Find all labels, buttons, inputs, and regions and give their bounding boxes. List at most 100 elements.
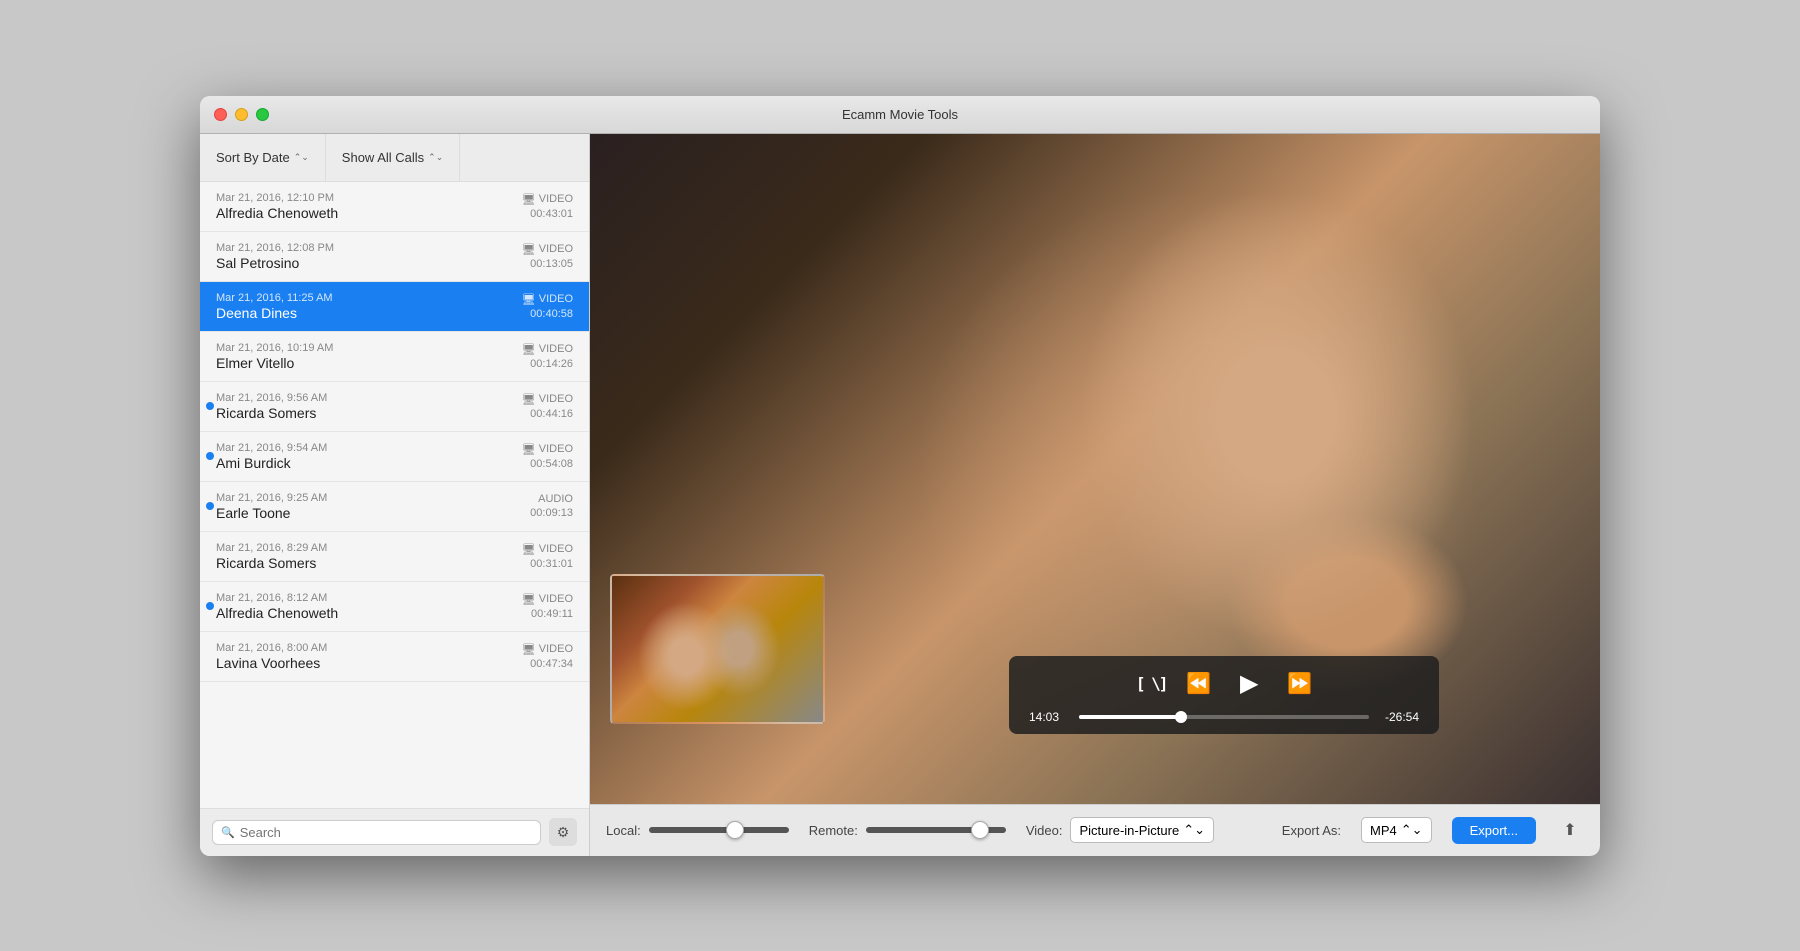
call-type: 🖥 VIDEO [522, 243, 573, 256]
progress-thumb[interactable] [1175, 711, 1187, 723]
call-date: Mar 21, 2016, 9:56 AM [216, 392, 522, 404]
call-item[interactable]: Mar 21, 2016, 11:25 AM Deena Dines 🖥 VID… [200, 282, 589, 332]
call-item[interactable]: Mar 21, 2016, 12:08 PM Sal Petrosino 🖥 V… [200, 232, 589, 282]
call-date: Mar 21, 2016, 9:25 AM [216, 492, 530, 504]
call-name: Alfredia Chenoweth [216, 605, 522, 621]
window-title: Ecamm Movie Tools [842, 107, 958, 122]
call-item[interactable]: Mar 21, 2016, 8:29 AM Ricarda Somers 🖥 V… [200, 532, 589, 582]
progress-bar-area: 14:03 -26:54 [1029, 710, 1419, 724]
remote-label: Remote: [809, 823, 858, 838]
video-call-icon: 🖥 [522, 293, 536, 306]
call-info: Mar 21, 2016, 12:10 PM Alfredia Chenowet… [216, 192, 522, 221]
search-input-wrapper[interactable]: 🔍 [212, 820, 541, 845]
call-date: Mar 21, 2016, 10:19 AM [216, 342, 522, 354]
in-point-button[interactable]: [ \] [1136, 674, 1167, 693]
local-slider-thumb[interactable] [726, 821, 744, 839]
unread-dot [206, 602, 214, 610]
video-mode-value: Picture-in-Picture [1079, 823, 1179, 838]
search-icon: 🔍 [221, 826, 235, 839]
play-button[interactable]: ▶ [1231, 666, 1267, 702]
call-info: Mar 21, 2016, 8:29 AM Ricarda Somers [216, 542, 522, 571]
rewind-button[interactable]: ⏪ [1186, 671, 1211, 696]
minimize-button[interactable] [235, 108, 248, 121]
local-label: Local: [606, 823, 641, 838]
call-info: Mar 21, 2016, 8:12 AM Alfredia Chenoweth [216, 592, 522, 621]
video-call-icon: 🖥 [522, 593, 536, 606]
call-date: Mar 21, 2016, 8:29 AM [216, 542, 522, 554]
call-info: Mar 21, 2016, 8:00 AM Lavina Voorhees [216, 642, 522, 671]
remote-slider-track[interactable] [866, 827, 1006, 833]
remote-volume-control: Remote: [809, 823, 1006, 838]
call-name: Ami Burdick [216, 455, 522, 471]
call-name: Lavina Voorhees [216, 655, 522, 671]
call-item[interactable]: Mar 21, 2016, 8:00 AM Lavina Voorhees 🖥 … [200, 632, 589, 682]
call-type: 🖥 VIDEO [522, 393, 573, 406]
call-meta: 🖥 VIDEO 00:49:11 [522, 593, 573, 620]
share-button[interactable]: ⬆ [1556, 816, 1584, 844]
current-time: 14:03 [1029, 710, 1069, 724]
call-item[interactable]: Mar 21, 2016, 9:56 AM Ricarda Somers 🖥 V… [200, 382, 589, 432]
progress-track[interactable] [1079, 715, 1369, 719]
call-name: Alfredia Chenoweth [216, 205, 522, 221]
call-type: 🖥 VIDEO [522, 293, 573, 306]
call-meta: 🖥 VIDEO 00:47:34 [522, 643, 573, 670]
video-label: Video: [1026, 823, 1063, 838]
call-meta: 🖥 VIDEO 00:40:58 [522, 293, 573, 320]
call-type: 🖥 VIDEO [522, 193, 573, 206]
call-date: Mar 21, 2016, 11:25 AM [216, 292, 522, 304]
call-type: 🖥 VIDEO [522, 443, 573, 456]
remote-slider-thumb[interactable] [971, 821, 989, 839]
call-meta: 🖥 VIDEO 00:54:08 [522, 443, 573, 470]
call-item[interactable]: Mar 21, 2016, 8:12 AM Alfredia Chenoweth… [200, 582, 589, 632]
call-type: 🖥 VIDEO [522, 343, 573, 356]
settings-gear-button[interactable]: ⚙ [549, 818, 577, 846]
call-duration: 00:31:01 [530, 558, 573, 570]
call-info: Mar 21, 2016, 9:54 AM Ami Burdick [216, 442, 522, 471]
video-mode-control: Video: Picture-in-Picture ⌃⌄ [1026, 817, 1214, 843]
search-input[interactable] [240, 825, 532, 840]
fast-forward-button[interactable]: ⏩ [1287, 671, 1312, 696]
call-info: Mar 21, 2016, 10:19 AM Elmer Vitello [216, 342, 522, 371]
close-button[interactable] [214, 108, 227, 121]
export-format-select[interactable]: MP4 ⌃⌄ [1361, 817, 1432, 843]
sort-by-date-button[interactable]: Sort By Date ⌃⌄ [200, 134, 326, 181]
export-button[interactable]: Export... [1452, 817, 1536, 844]
call-date: Mar 21, 2016, 8:12 AM [216, 592, 522, 604]
call-name: Ricarda Somers [216, 555, 522, 571]
call-duration: 00:43:01 [530, 208, 573, 220]
call-duration: 00:44:16 [530, 408, 573, 420]
show-all-calls-button[interactable]: Show All Calls ⌃⌄ [326, 134, 460, 181]
call-item[interactable]: Mar 21, 2016, 12:10 PM Alfredia Chenowet… [200, 182, 589, 232]
call-name: Deena Dines [216, 305, 522, 321]
unread-dot [206, 402, 214, 410]
call-item[interactable]: Mar 21, 2016, 9:54 AM Ami Burdick 🖥 VIDE… [200, 432, 589, 482]
export-format-chevron-icon: ⌃⌄ [1401, 822, 1423, 838]
video-call-icon: 🖥 [522, 343, 536, 356]
video-call-icon: 🖥 [522, 393, 536, 406]
local-slider-track[interactable] [649, 827, 789, 833]
call-info: Mar 21, 2016, 11:25 AM Deena Dines [216, 292, 522, 321]
call-date: Mar 21, 2016, 12:08 PM [216, 242, 522, 254]
call-name: Elmer Vitello [216, 355, 522, 371]
call-name: Earle Toone [216, 505, 530, 521]
video-call-icon: 🖥 [522, 443, 536, 456]
call-info: Mar 21, 2016, 9:56 AM Ricarda Somers [216, 392, 522, 421]
call-item[interactable]: Mar 21, 2016, 10:19 AM Elmer Vitello 🖥 V… [200, 332, 589, 382]
call-duration: 00:09:13 [530, 507, 573, 519]
pip-background [612, 576, 823, 722]
call-item[interactable]: Mar 21, 2016, 9:25 AM Earle Toone AUDIO … [200, 482, 589, 532]
maximize-button[interactable] [256, 108, 269, 121]
call-meta: 🖥 VIDEO 00:14:26 [522, 343, 573, 370]
call-date: Mar 21, 2016, 9:54 AM [216, 442, 522, 454]
video-main: [ \] ⏪ ▶ ⏩ 14:03 -26:54 [590, 134, 1600, 804]
sort-chevron-icon: ⌃⌄ [294, 152, 309, 163]
pip-window [610, 574, 825, 724]
call-type: 🖥 VIDEO [522, 543, 573, 556]
unread-dot [206, 502, 214, 510]
bottom-toolbar: Local: Remote: Video: Picture-in-Picture [590, 804, 1600, 856]
video-mode-select[interactable]: Picture-in-Picture ⌃⌄ [1070, 817, 1214, 843]
call-name: Ricarda Somers [216, 405, 522, 421]
call-date: Mar 21, 2016, 8:00 AM [216, 642, 522, 654]
local-volume-control: Local: [606, 823, 789, 838]
video-area: [ \] ⏪ ▶ ⏩ 14:03 -26:54 [590, 134, 1600, 856]
